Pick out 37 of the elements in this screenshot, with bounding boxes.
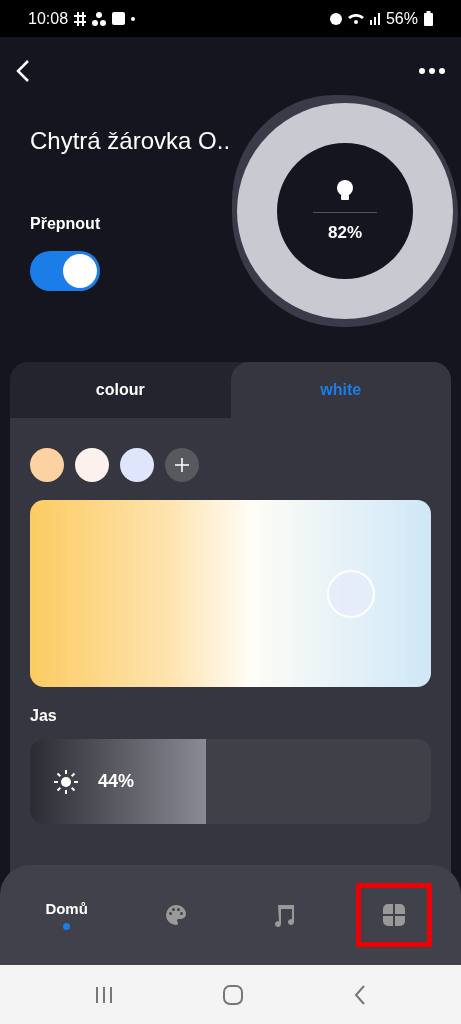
wifi-icon [347,13,364,24]
mode-tab[interactable]: colour [10,362,231,418]
add-swatch-button[interactable] [165,448,199,482]
power-toggle[interactable] [30,251,100,291]
bulb-icon [336,179,354,202]
brightness-reading: 82% [328,222,362,243]
nav-item[interactable]: Domů [28,883,105,947]
sun-icon [54,769,78,794]
home-icon[interactable] [223,984,244,1005]
more-icon[interactable] [419,68,445,74]
active-dot [63,923,71,930]
brightness-slider[interactable]: 44% [30,739,431,824]
device-title: Chytrá žárovka O.. [30,127,231,155]
battery-icon [424,11,433,26]
color-swatch[interactable] [120,448,154,482]
alarm-icon [329,12,342,25]
status-time: 10:08 [28,9,69,28]
music-note-icon [274,903,297,927]
picker-thumb[interactable] [326,570,375,618]
power-label: Přepnout [30,215,101,233]
battery-percent: 56% [385,9,418,28]
image-icon [112,12,126,25]
brightness-value: 44% [98,771,135,792]
dot-icon [131,16,136,21]
brightness-label: Jas [30,707,57,725]
signal-icon [369,12,380,25]
grid-icon [383,904,406,926]
plus-icon [175,458,189,472]
palette-icon [163,903,188,927]
nav-label: Domů [45,900,88,917]
color-swatch[interactable] [30,448,64,482]
brightness-dial[interactable]: 82% [232,95,458,327]
hash-icon [74,11,87,26]
recents-icon[interactable] [95,985,114,1004]
highlight-frame[interactable] [356,883,433,947]
color-swatch[interactable] [75,448,109,482]
dots-cluster-icon [92,11,107,26]
